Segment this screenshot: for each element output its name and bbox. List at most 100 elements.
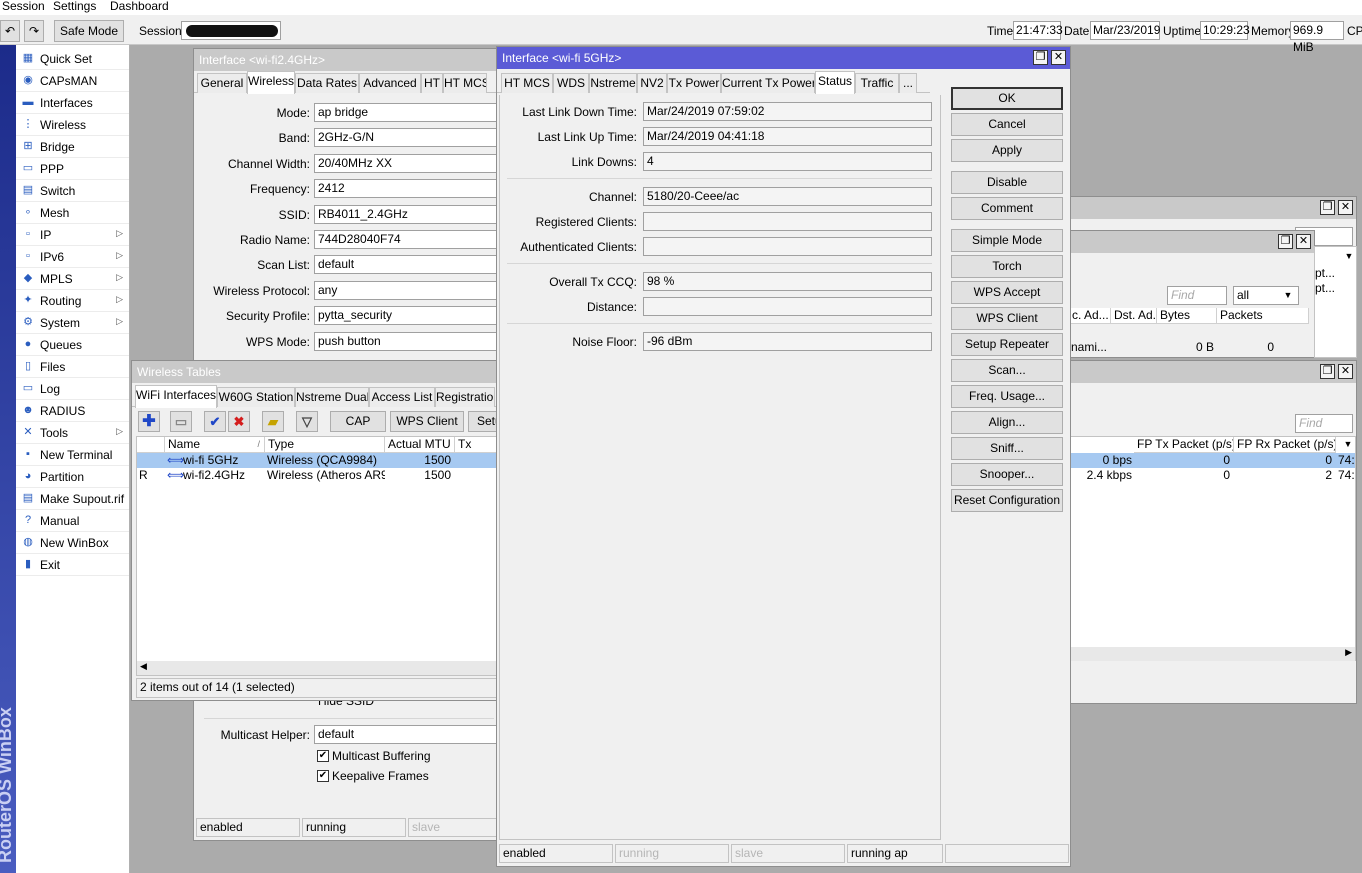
- menu-session[interactable]: Session: [2, 0, 45, 13]
- restore-icon[interactable]: ❐: [1320, 364, 1335, 379]
- sidebar-item-queues[interactable]: ● Queues: [16, 334, 129, 356]
- sidebar-item-quick-set[interactable]: ▦ Quick Set: [16, 48, 129, 70]
- col-fp-tx-packet[interactable]: FP Tx Packet (p/s): [1134, 437, 1234, 453]
- sidebar-item-log[interactable]: ▭ Log: [16, 378, 129, 400]
- field-radio-name[interactable]: 744D28040F74: [314, 230, 499, 249]
- restore-icon[interactable]: ❐: [1033, 50, 1048, 65]
- sidebar-item-make-supout-rif[interactable]: ▤ Make Supout.rif: [16, 488, 129, 510]
- sidebar-item-system[interactable]: ⚙ System ▷: [16, 312, 129, 334]
- session-field[interactable]: [181, 21, 281, 40]
- redo-button[interactable]: ↷: [24, 20, 44, 42]
- sidebar-item-capsman[interactable]: ◉ CAPsMAN: [16, 70, 129, 92]
- disable-button[interactable]: ✖: [228, 411, 250, 432]
- freq-usage-button[interactable]: Freq. Usage...: [951, 385, 1063, 408]
- filter-button[interactable]: ▽: [296, 411, 318, 432]
- restore-icon[interactable]: ❐: [1278, 234, 1293, 249]
- comment-button[interactable]: Comment: [951, 197, 1063, 220]
- h-scrollbar[interactable]: ▶: [1070, 647, 1355, 661]
- tab-status[interactable]: Status: [815, 71, 855, 94]
- field-wireless-protocol[interactable]: any: [314, 280, 499, 300]
- snooper-button[interactable]: Snooper...: [951, 463, 1063, 486]
- sidebar-item-wireless[interactable]: ⋮ Wireless: [16, 114, 129, 136]
- tab-w60g-station[interactable]: W60G Station: [217, 387, 295, 407]
- col-actual-mtu[interactable]: Actual MTU: [385, 437, 455, 453]
- field-band[interactable]: 2GHz-G/N: [314, 128, 499, 148]
- tab-wds[interactable]: WDS: [553, 73, 589, 93]
- wps-client-button[interactable]: WPS Client: [390, 411, 464, 432]
- sidebar-item-manual[interactable]: ? Manual: [16, 510, 129, 532]
- sidebar-item-routing[interactable]: ✦ Routing ▷: [16, 290, 129, 312]
- tab-traffic[interactable]: Traffic: [855, 73, 899, 93]
- multicast-buffering-checkbox[interactable]: ✔: [317, 750, 329, 762]
- field-channel-width[interactable]: 20/40MHz XX: [314, 153, 499, 173]
- col-flag[interactable]: [137, 437, 165, 453]
- col-src-address[interactable]: c. Ad...: [1069, 308, 1111, 324]
- multicast-helper-select[interactable]: default: [314, 725, 499, 744]
- chevron-down-icon[interactable]: ▼: [1342, 439, 1354, 451]
- sidebar-item-ppp[interactable]: ▭ PPP: [16, 158, 129, 180]
- field-security-profile[interactable]: pytta_security: [314, 306, 499, 326]
- close-icon[interactable]: ✕: [1296, 234, 1311, 249]
- field-mode[interactable]: ap bridge: [314, 103, 499, 122]
- tab-data-rates[interactable]: Data Rates: [295, 73, 359, 93]
- col-type[interactable]: Type: [265, 437, 385, 453]
- chevron-down-icon[interactable]: ▼: [1343, 251, 1355, 263]
- tab-ht-mcs[interactable]: HT MCS: [501, 73, 553, 93]
- add-button[interactable]: ✚: [138, 411, 160, 432]
- safe-mode-button[interactable]: Safe Mode: [54, 20, 124, 42]
- close-icon[interactable]: ✕: [1338, 200, 1353, 215]
- sidebar-item-new-winbox[interactable]: ◍ New WinBox: [16, 532, 129, 554]
- tab-tx-power[interactable]: Tx Power: [667, 73, 721, 93]
- restore-icon[interactable]: ❐: [1320, 200, 1335, 215]
- remove-button[interactable]: ▭: [170, 411, 192, 432]
- field-scan-list[interactable]: default: [314, 255, 499, 275]
- tab-general[interactable]: General: [197, 73, 247, 93]
- keepalive-frames-checkbox[interactable]: ✔: [317, 770, 329, 782]
- sniff-button[interactable]: Sniff...: [951, 437, 1063, 460]
- sidebar-item-tools[interactable]: ✕ Tools ▷: [16, 422, 129, 444]
- find-input[interactable]: Find: [1295, 414, 1353, 433]
- find-input[interactable]: Find: [1167, 286, 1227, 305]
- disable-button[interactable]: Disable: [951, 171, 1063, 194]
- field-frequency[interactable]: 2412: [314, 179, 499, 199]
- menu-dashboard[interactable]: Dashboard: [110, 0, 169, 13]
- tab-registration[interactable]: Registration: [435, 387, 495, 407]
- sidebar-item-bridge[interactable]: ⊞ Bridge: [16, 136, 129, 158]
- tab-nstreme-dual[interactable]: Nstreme Dual: [295, 387, 369, 407]
- reset-configuration-button[interactable]: Reset Configuration: [951, 489, 1063, 512]
- sidebar-item-ip[interactable]: ▫ IP ▷: [16, 224, 129, 246]
- col-tx[interactable]: Tx: [455, 437, 499, 453]
- tab-more[interactable]: ...: [899, 73, 917, 93]
- simple-mode-button[interactable]: Simple Mode: [951, 229, 1063, 252]
- undo-button[interactable]: ↶: [0, 20, 20, 42]
- cap-button[interactable]: CAP: [330, 411, 386, 432]
- sidebar-item-ipv6[interactable]: ▫ IPv6 ▷: [16, 246, 129, 268]
- col-fp-rx-packet[interactable]: FP Rx Packet (p/s): [1234, 437, 1336, 453]
- tab-nv2[interactable]: NV2: [637, 73, 667, 93]
- col-name[interactable]: Name /: [165, 437, 265, 453]
- tab-wireless[interactable]: Wireless: [247, 71, 295, 94]
- col-dst-address[interactable]: Dst. Ad...: [1111, 308, 1157, 324]
- h-scrollbar[interactable]: ◀: [137, 661, 497, 675]
- col-bytes[interactable]: Bytes: [1157, 308, 1217, 324]
- close-icon[interactable]: ✕: [1051, 50, 1066, 65]
- setup-repeater-button[interactable]: Setup Repeater: [951, 333, 1063, 356]
- tab-ht[interactable]: HT: [421, 73, 443, 93]
- sidebar-item-files[interactable]: ▯ Files: [16, 356, 129, 378]
- comment-button[interactable]: ▰: [262, 411, 284, 432]
- sidebar-item-exit[interactable]: ▮ Exit: [16, 554, 129, 576]
- col-packets[interactable]: Packets: [1217, 308, 1309, 324]
- scroll-right-icon[interactable]: ▶: [1345, 647, 1352, 658]
- menu-settings[interactable]: Settings: [53, 0, 96, 13]
- sidebar-item-radius[interactable]: ☻ RADIUS: [16, 400, 129, 422]
- wps-accept-button[interactable]: WPS Accept: [951, 281, 1063, 304]
- scroll-left-icon[interactable]: ◀: [140, 661, 147, 672]
- chevron-down-icon[interactable]: ▼: [1282, 290, 1294, 302]
- scan-button[interactable]: Scan...: [951, 359, 1063, 382]
- cancel-button[interactable]: Cancel: [951, 113, 1063, 136]
- close-icon[interactable]: ✕: [1338, 364, 1353, 379]
- align-button[interactable]: Align...: [951, 411, 1063, 434]
- tab-advanced[interactable]: Advanced: [359, 73, 421, 93]
- apply-button[interactable]: Apply: [951, 139, 1063, 162]
- sidebar-item-mpls[interactable]: ◆ MPLS ▷: [16, 268, 129, 290]
